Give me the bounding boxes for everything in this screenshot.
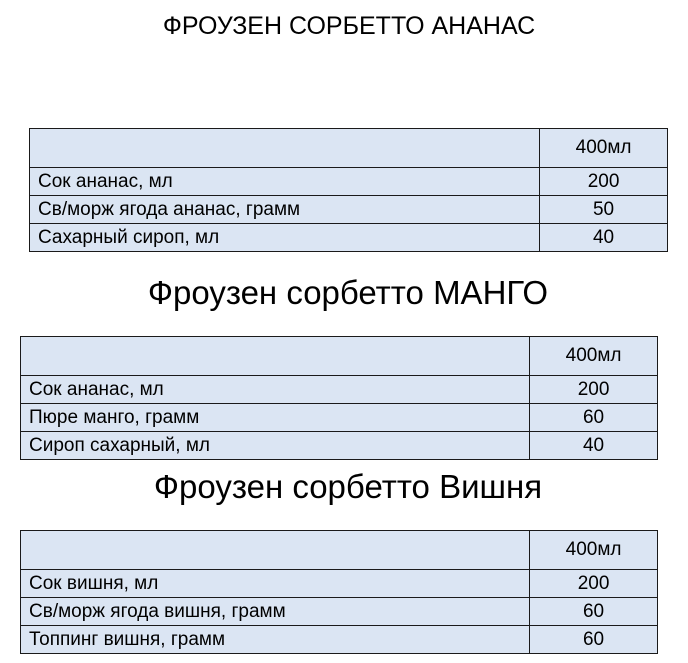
ingredient-name: Сок ананас, мл (28, 167, 541, 196)
header-blank-cell (19, 530, 531, 570)
ingredient-amount: 200 (529, 375, 658, 404)
recipe-table-pineapple: 400мл Сок ананас, мл 200 Св/морж ягода а… (28, 128, 668, 252)
table-header-row: 400мл (19, 530, 658, 570)
ingredient-amount: 60 (529, 625, 658, 654)
recipe-title-pineapple: ФРОУЗЕН СОРБЕТТО АНАНАС (162, 12, 536, 40)
table-row: Сок ананас, мл 200 (19, 375, 658, 404)
ingredient-amount: 200 (539, 167, 668, 196)
ingredient-amount: 60 (529, 403, 658, 432)
table-row: Сахарный сироп, мл 40 (28, 223, 668, 252)
table-header-row: 400мл (19, 336, 658, 376)
table-row: Св/морж ягода ананас, грамм 50 (28, 195, 668, 224)
ingredient-name: Сироп сахарный, мл (19, 431, 531, 460)
volume-header: 400мл (529, 530, 658, 570)
ingredient-amount: 50 (539, 195, 668, 224)
ingredient-amount: 200 (529, 569, 658, 598)
header-blank-cell (28, 128, 541, 168)
recipe-title-cherry: Фроузен сорбетто Вишня (153, 468, 543, 505)
table-row: Сок ананас, мл 200 (28, 167, 668, 196)
ingredient-amount: 60 (529, 597, 658, 626)
recipe-table-mango: 400мл Сок ананас, мл 200 Пюре манго, гра… (19, 336, 658, 460)
volume-header: 400мл (529, 336, 658, 376)
ingredient-name: Сок вишня, мл (19, 569, 531, 598)
table-row: Сироп сахарный, мл 40 (19, 431, 658, 460)
table-row: Топпинг вишня, грамм 60 (19, 625, 658, 654)
table-row: Св/морж ягода вишня, грамм 60 (19, 597, 658, 626)
table-row: Сок вишня, мл 200 (19, 569, 658, 598)
ingredient-name: Сок ананас, мл (19, 375, 531, 404)
ingredient-name: Сахарный сироп, мл (28, 223, 541, 252)
ingredient-amount: 40 (529, 431, 658, 460)
ingredient-name: Пюре манго, грамм (19, 403, 531, 432)
volume-header: 400мл (539, 128, 668, 168)
ingredient-name: Св/морж ягода вишня, грамм (19, 597, 531, 626)
recipe-table-cherry: 400мл Сок вишня, мл 200 Св/морж ягода ви… (19, 530, 658, 654)
ingredient-amount: 40 (539, 223, 668, 252)
ingredient-name: Топпинг вишня, грамм (19, 625, 531, 654)
ingredient-name: Св/морж ягода ананас, грамм (28, 195, 541, 224)
header-blank-cell (19, 336, 531, 376)
recipe-title-mango: Фроузен сорбетто МАНГО (147, 274, 549, 311)
table-header-row: 400мл (28, 128, 668, 168)
table-row: Пюре манго, грамм 60 (19, 403, 658, 432)
